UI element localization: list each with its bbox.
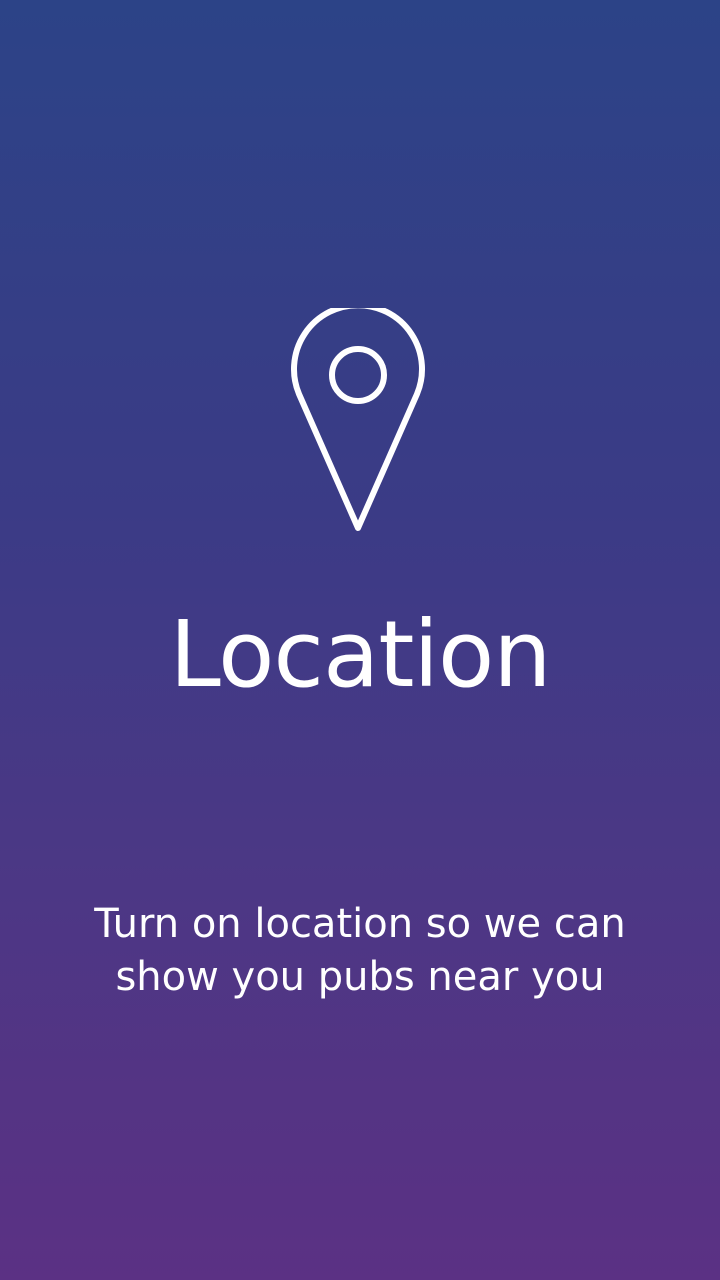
- location-pin-icon: [290, 308, 426, 534]
- description-line-2: show you pubs near you: [115, 954, 605, 1000]
- description-line-1: Turn on location so we can: [94, 901, 626, 947]
- location-permission-screen: Location Turn on location so we can show…: [0, 0, 720, 1280]
- location-description: Turn on location so we can show you pubs…: [60, 898, 660, 1004]
- page-title: Location: [169, 601, 551, 708]
